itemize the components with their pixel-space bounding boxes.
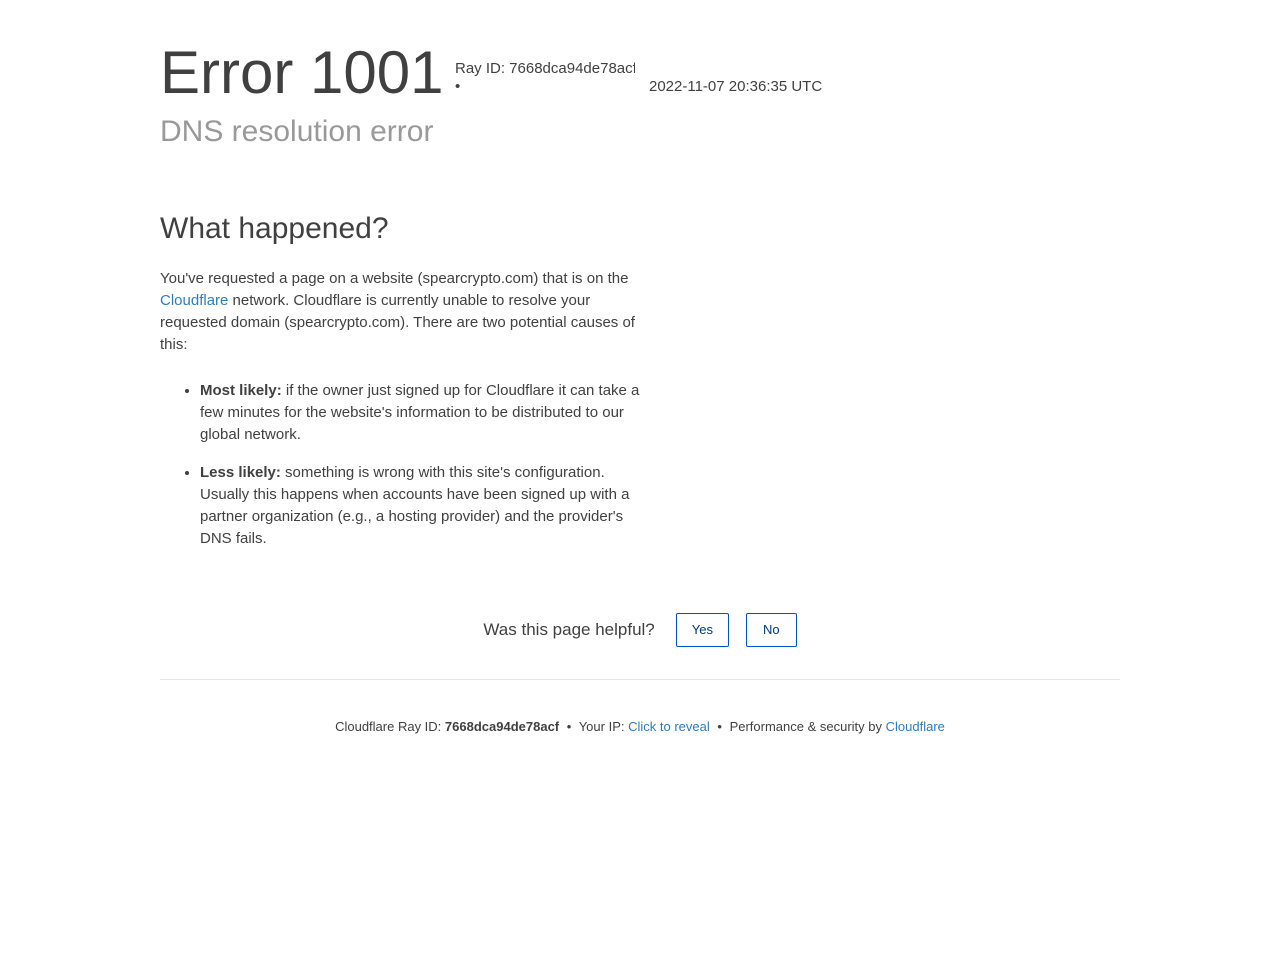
footer-separator: • [566, 719, 572, 734]
footer-ray-prefix: Cloudflare Ray ID: [335, 719, 442, 734]
footer-separator: • [717, 719, 722, 734]
explanation-text-1: You've requested a page on a website (sp… [160, 270, 629, 287]
error-header: Error 1001 Ray ID: 7668dca94de78acf • 20… [160, 38, 1120, 108]
footer-divider [160, 679, 1120, 680]
list-item: Less likely: something is wrong with thi… [200, 462, 640, 550]
what-happened-section: What happened? You've requested a page o… [160, 210, 640, 566]
reveal-ip-link[interactable]: Click to reveal [628, 719, 710, 734]
ray-separator-dot: • [455, 78, 461, 95]
feedback-question: Was this page helpful? [483, 619, 655, 639]
error-title: Error 1001 [160, 39, 444, 106]
explanation-paragraph: You've requested a page on a website (sp… [160, 268, 640, 356]
feedback-yes-button[interactable]: Yes [675, 612, 729, 647]
ray-info: Ray ID: 7668dca94de78acf • [455, 60, 635, 96]
error-page: Error 1001 Ray ID: 7668dca94de78acf • 20… [0, 0, 1280, 960]
feedback-bar: Was this page helpful? Yes No [0, 612, 1280, 647]
title-row: Error 1001 Ray ID: 7668dca94de78acf • 20… [160, 38, 1120, 108]
list-item: Most likely: if the owner just signed up… [200, 380, 640, 446]
footer: Cloudflare Ray ID: 7668dca94de78acf • Yo… [0, 718, 1280, 736]
footer-ip-prefix: Your IP: [578, 719, 625, 734]
ray-id-header: Ray ID: 7668dca94de78acf [455, 60, 635, 77]
feedback-no-button[interactable]: No [745, 612, 797, 647]
error-subtitle: DNS resolution error [160, 115, 434, 148]
error-timestamp: 2022-11-07 20:36:35 UTC [649, 78, 823, 95]
causes-list: Most likely: if the owner just signed up… [160, 380, 640, 550]
footer-ray-id: 7668dca94de78acf [444, 719, 560, 734]
cause-lead: Most likely: [200, 382, 282, 399]
cloudflare-link[interactable]: Cloudflare [160, 292, 228, 309]
explanation-text-2: network. Cloudflare is currently unable … [160, 292, 635, 353]
footer-cloudflare-link[interactable]: Cloudflare [886, 719, 945, 734]
cause-lead: Less likely: [200, 464, 281, 481]
footer-perf-text: Performance & security by [729, 719, 883, 734]
section-heading: What happened? [160, 212, 389, 245]
